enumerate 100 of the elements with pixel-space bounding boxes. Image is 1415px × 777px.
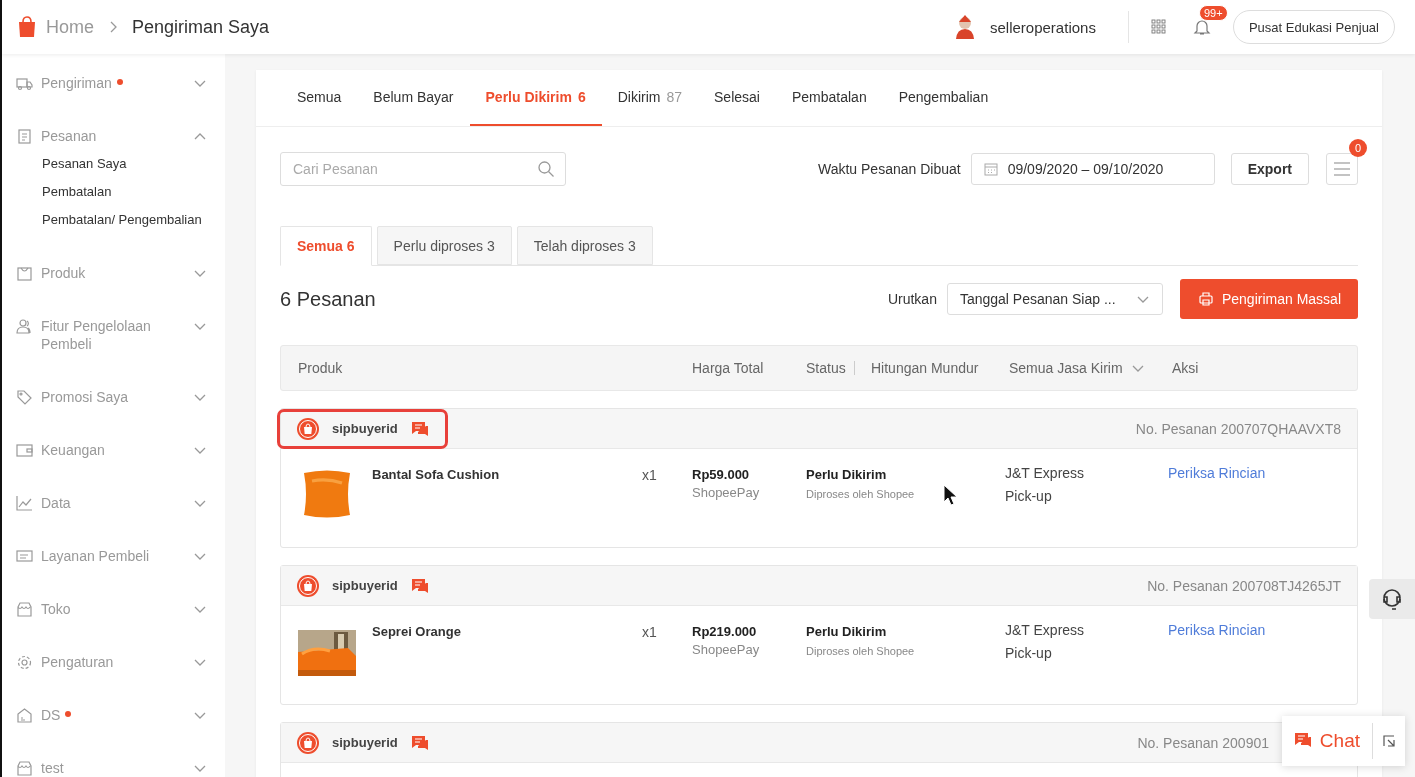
status-note: Diproses oleh Shopee bbox=[806, 488, 915, 500]
chat-icon bbox=[16, 548, 33, 565]
tab[interactable]: Selesai bbox=[698, 70, 776, 126]
tab[interactable]: Dikirim 87 bbox=[601, 70, 699, 126]
line-chart-icon bbox=[16, 495, 33, 512]
buyer-name[interactable]: sipbuyerid bbox=[332, 735, 398, 750]
column-header: Aksi bbox=[1172, 360, 1199, 376]
chevron-right-icon bbox=[108, 20, 118, 34]
courier-filter[interactable]: Semua Jasa Kirim bbox=[1009, 360, 1123, 376]
sub-tab[interactable]: Perlu diproses 3 bbox=[376, 226, 512, 265]
tab[interactable]: Belum Bayar bbox=[357, 70, 470, 126]
order-count: 6 Pesanan bbox=[280, 287, 376, 311]
store-icon bbox=[16, 760, 33, 777]
details-link[interactable]: Periksa Rincian bbox=[1168, 622, 1266, 638]
column-header: Status bbox=[806, 360, 846, 376]
sidebar-subitem[interactable]: Pembatalan/ Pengembalian bbox=[16, 211, 225, 229]
shop-logo-icon bbox=[16, 16, 38, 38]
product-name: Seprei Orange bbox=[372, 624, 462, 639]
chat-icon bbox=[410, 734, 429, 751]
search-icon bbox=[537, 160, 555, 178]
price: Rp59.000 bbox=[692, 467, 750, 482]
store-icon bbox=[16, 601, 33, 618]
chat-icon bbox=[410, 577, 429, 594]
truck-icon bbox=[16, 75, 33, 92]
bell-icon bbox=[1192, 18, 1211, 36]
tab[interactable]: Pengembalian bbox=[882, 70, 1005, 126]
sub-tab[interactable]: Semua 6 bbox=[280, 226, 372, 266]
menu-icon bbox=[1333, 162, 1351, 176]
sort-label: Urutkan bbox=[887, 291, 937, 307]
product-name: Bantal Sofa Cushion bbox=[372, 467, 501, 482]
status-note: Diproses oleh Shopee bbox=[806, 645, 915, 657]
search-field[interactable]: Cari Pesanan bbox=[280, 152, 566, 186]
quantity: x1 bbox=[642, 467, 657, 483]
shipping-method: Pick-up bbox=[1005, 645, 1052, 661]
order-status: Perlu Dikirim bbox=[806, 467, 887, 482]
sidebar-item[interactable]: Layanan Pembeli bbox=[41, 547, 150, 565]
column-header: Harga Total bbox=[692, 360, 764, 376]
notification-badge: 99+ bbox=[1198, 5, 1228, 21]
chat-icon bbox=[410, 420, 429, 437]
mass-shipping-button[interactable]: Pengiriman Massal bbox=[1179, 279, 1358, 319]
column-header: Produk bbox=[298, 360, 343, 376]
sidebar-item[interactable]: Pengaturan bbox=[41, 653, 114, 671]
sidebar-subitem[interactable]: Pesanan Saya bbox=[16, 155, 225, 173]
details-link[interactable]: Periksa Rincian bbox=[1168, 465, 1266, 481]
printer-icon bbox=[1198, 292, 1213, 306]
sidebar-item[interactable]: Promosi Saya bbox=[41, 388, 129, 406]
order-number: No. Pesanan 200708TJ4265JT bbox=[1147, 577, 1341, 594]
sidebar-item[interactable]: DS bbox=[41, 706, 61, 724]
app-grid-icon bbox=[1150, 19, 1167, 35]
minimize-icon bbox=[1383, 735, 1395, 747]
sidebar-subitem[interactable]: Pembatalan bbox=[16, 183, 225, 201]
education-center-button[interactable]: Pusat Edukasi Penjual bbox=[1232, 10, 1395, 44]
username[interactable]: selleroperations bbox=[990, 18, 1096, 36]
sidebar-item[interactable]: Keuangan bbox=[41, 441, 105, 459]
support-button[interactable] bbox=[1369, 579, 1415, 619]
date-filter-label: Waktu Pesanan Dibuat bbox=[817, 161, 961, 177]
house-icon bbox=[16, 707, 33, 724]
buyer-name[interactable]: sipbuyerid bbox=[332, 421, 398, 436]
shop-badge-icon bbox=[297, 574, 319, 597]
buyer-name[interactable]: sipbuyerid bbox=[332, 578, 398, 593]
order-number: No. Pesanan 200707QHAAVXT8 bbox=[1135, 420, 1341, 437]
order-number: No. Pesanan 200901 bbox=[1137, 734, 1269, 751]
order-status: Perlu Dikirim bbox=[806, 624, 887, 639]
courier-name: J&T Express bbox=[1005, 465, 1085, 481]
count-badge: 0 bbox=[1349, 139, 1367, 157]
calendar-icon bbox=[983, 162, 998, 176]
price: Rp219.000 bbox=[692, 624, 757, 639]
tab[interactable]: Semua bbox=[281, 70, 358, 126]
breadcrumb-link[interactable]: Home bbox=[46, 16, 94, 38]
sort-dropdown[interactable]: Tanggal Pesanan Siap ... bbox=[946, 283, 1163, 315]
sidebar-item[interactable]: test bbox=[41, 759, 64, 777]
list-menu-button[interactable] bbox=[1326, 153, 1358, 185]
tab[interactable]: Perlu Dikirim 6 bbox=[469, 70, 602, 126]
tag-icon bbox=[16, 389, 33, 406]
mouse-cursor-icon bbox=[943, 484, 957, 506]
shop-badge-icon bbox=[297, 731, 319, 754]
wallet-icon bbox=[16, 442, 33, 459]
sub-tab[interactable]: Telah diproses 3 bbox=[516, 226, 653, 265]
courier-name: J&T Express bbox=[1005, 622, 1085, 638]
tab[interactable]: Pembatalan bbox=[775, 70, 883, 126]
payment-method: ShopeePay bbox=[692, 642, 760, 657]
people-icon bbox=[16, 318, 33, 335]
sidebar-item[interactable]: Fitur Pengelolaan Pembeli bbox=[41, 317, 173, 353]
headset-icon bbox=[1380, 587, 1404, 611]
shipping-method: Pick-up bbox=[1005, 488, 1052, 504]
date-range-field[interactable]: 09/09/2020 – 09/10/2020 bbox=[970, 153, 1215, 185]
chat-icon bbox=[1293, 732, 1314, 750]
sidebar-item[interactable]: Data bbox=[41, 494, 71, 512]
gear-icon bbox=[16, 654, 33, 671]
chat-button[interactable]: Chat bbox=[1281, 723, 1373, 759]
column-header: Hitungan Mundur bbox=[871, 360, 979, 376]
sidebar-item[interactable]: Produk bbox=[41, 264, 86, 282]
page-title: Pengiriman Saya bbox=[132, 16, 270, 38]
quantity: x1 bbox=[642, 624, 657, 640]
clipboard-icon bbox=[16, 128, 33, 145]
payment-method: ShopeePay bbox=[692, 485, 760, 500]
sidebar-item[interactable]: Pengiriman bbox=[41, 74, 112, 92]
sidebar-item[interactable]: Toko bbox=[41, 600, 71, 618]
sidebar-item[interactable]: Pesanan bbox=[41, 127, 97, 145]
export-button[interactable]: Export bbox=[1230, 153, 1309, 185]
